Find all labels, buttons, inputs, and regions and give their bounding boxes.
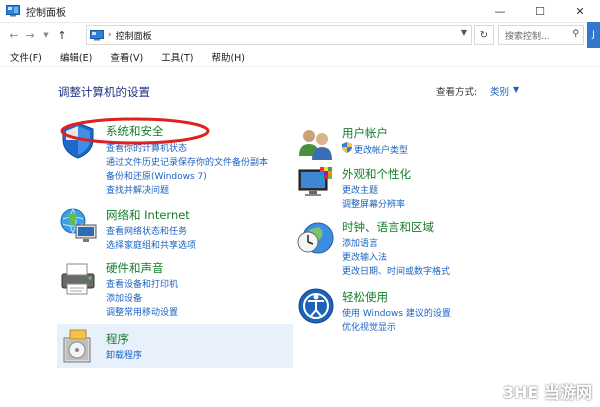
page-title: 调整计算机的设置 <box>58 85 150 99</box>
view-by-label: 查看方式: <box>436 87 478 98</box>
category-title-hardware-sound[interactable]: 硬件和声音 <box>106 260 164 276</box>
category-title-clock-region[interactable]: 时钟、语言和区域 <box>342 219 434 235</box>
menu-view[interactable]: 查看(V) <box>110 50 143 64</box>
link-recommended-settings[interactable]: 使用 Windows 建议的设置 <box>342 306 451 319</box>
breadcrumb-separator: › <box>108 30 112 40</box>
refresh-icon[interactable]: ↻ <box>474 25 494 45</box>
breadcrumb-control-panel[interactable]: 控制面板 <box>116 29 152 42</box>
network-globe-icon <box>60 208 97 242</box>
category-title-appearance[interactable]: 外观和个性化 <box>342 166 411 182</box>
control-panel-small-icon <box>90 29 104 40</box>
link-optimize-display[interactable]: 优化视觉显示 <box>342 320 396 333</box>
link-mobility-settings[interactable]: 调整常用移动设置 <box>106 305 178 318</box>
uac-shield-icon <box>342 142 352 153</box>
window-title: 控制面板 <box>26 7 66 19</box>
red-annotation-oval <box>60 117 210 145</box>
address-toolbar: ← → ▼ ↑ › 控制面板 ▼ ↻ 搜索控制... ⚲ <box>0 22 600 48</box>
category-title-ease-of-access[interactable]: 轻松使用 <box>342 289 388 305</box>
menu-file[interactable]: 文件(F) <box>10 50 42 64</box>
link-change-date-time-format[interactable]: 更改日期、时间或数字格式 <box>342 264 450 277</box>
link-file-history[interactable]: 通过文件历史记录保存你的文件备份副本 <box>106 155 268 168</box>
menu-bar: 文件(F) 编辑(E) 查看(V) 工具(T) 帮助(H) <box>0 48 600 67</box>
link-screen-resolution[interactable]: 调整屏幕分辨率 <box>342 197 405 210</box>
close-button[interactable]: ✕ <box>560 0 600 22</box>
window-controls: — ☐ ✕ <box>480 0 600 22</box>
programs-disc-icon <box>63 329 91 363</box>
search-box[interactable]: 搜索控制... ⚲ <box>498 25 584 45</box>
search-input[interactable]: 搜索控制... <box>505 29 550 42</box>
address-field[interactable]: › 控制面板 ▼ <box>86 25 472 45</box>
address-chevron-down-icon[interactable]: ▼ <box>461 28 467 37</box>
category-title-programs[interactable]: 程序 <box>106 331 129 347</box>
ease-of-access-icon <box>298 288 334 324</box>
link-add-device[interactable]: 添加设备 <box>106 291 142 304</box>
link-devices-printers[interactable]: 查看设备和打印机 <box>106 277 178 290</box>
maximize-button[interactable]: ☐ <box>520 0 560 22</box>
link-homegroup[interactable]: 选择家庭组和共享选项 <box>106 238 196 251</box>
minimize-button[interactable]: — <box>480 0 520 22</box>
menu-help[interactable]: 帮助(H) <box>211 50 245 64</box>
category-title-user-accounts[interactable]: 用户帐户 <box>342 125 388 141</box>
link-troubleshoot[interactable]: 查找并解决问题 <box>106 183 169 196</box>
title-bar: 控制面板 — ☐ ✕ <box>0 0 600 23</box>
view-by-dropdown[interactable]: 类别 <box>490 84 509 98</box>
monitor-palette-icon <box>298 167 332 196</box>
link-change-input-method[interactable]: 更改输入法 <box>342 250 387 263</box>
menu-tools[interactable]: 工具(T) <box>161 50 193 64</box>
search-icon[interactable]: ⚲ <box>572 29 579 39</box>
clock-globe-icon <box>297 222 334 254</box>
forward-arrow-icon[interactable]: → <box>22 25 38 45</box>
link-backup-restore[interactable]: 备份和还原(Windows 7) <box>106 169 207 182</box>
category-title-network[interactable]: 网络和 Internet <box>106 207 190 223</box>
printer-icon <box>61 263 95 295</box>
link-uninstall-program[interactable]: 卸载程序 <box>106 348 142 361</box>
side-tab[interactable]: J <box>587 22 600 48</box>
back-arrow-icon[interactable]: ← <box>6 25 22 45</box>
users-icon <box>299 130 332 160</box>
link-change-account-type[interactable]: 更改帐户类型 <box>354 143 408 156</box>
link-change-theme[interactable]: 更改主题 <box>342 183 378 196</box>
link-network-status[interactable]: 查看网络状态和任务 <box>106 224 187 237</box>
watermark: 3HE 当游网 <box>502 383 592 402</box>
recent-chevron-down-icon[interactable]: ▼ <box>38 25 54 45</box>
menu-edit[interactable]: 编辑(E) <box>60 50 92 64</box>
control-panel-icon <box>6 5 20 17</box>
link-add-language[interactable]: 添加语言 <box>342 236 378 249</box>
up-arrow-icon[interactable]: ↑ <box>54 25 70 45</box>
view-by-chevron-down-icon[interactable]: ▼ <box>513 85 519 94</box>
